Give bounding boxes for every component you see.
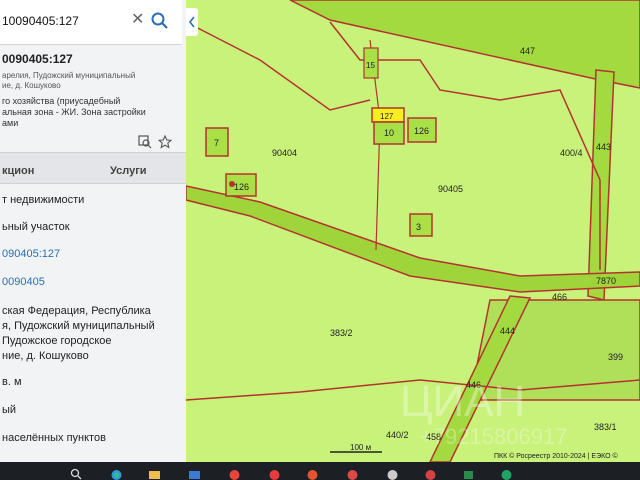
field-address: ская Федерация, Республика я, Пудожский … — [2, 304, 186, 364]
object-address: арелия, Пудожский муниципальный ие, д. К… — [2, 71, 152, 91]
label-126b: 126 — [234, 182, 249, 192]
label-90405: 90405 — [438, 184, 463, 194]
search-input[interactable]: 10090405:127 — [2, 14, 79, 28]
label-447: 447 — [520, 46, 535, 56]
app4-icon[interactable] — [500, 468, 513, 480]
store-icon[interactable] — [188, 468, 201, 480]
tab-services[interactable]: Услуги — [110, 165, 147, 177]
settings-icon[interactable] — [386, 468, 399, 480]
app-icon[interactable] — [346, 468, 359, 480]
recorder-icon[interactable] — [306, 468, 319, 480]
label-440-2: 440/2 — [386, 430, 409, 440]
watermark-phone: +79215806917 — [420, 424, 567, 449]
label-127: 127 — [380, 112, 394, 121]
close-icon[interactable]: ✕ — [131, 9, 144, 29]
field-category: населённых пунктов — [2, 432, 106, 444]
field-status: ый — [2, 404, 17, 416]
field-object-type: т недвижимости — [2, 194, 85, 206]
label-443: 443 — [596, 142, 611, 152]
search-icon[interactable] — [70, 468, 83, 480]
address-line: ская Федерация, Республика — [2, 305, 151, 317]
label-383-1: 383/1 — [594, 422, 617, 432]
use-line: ами — [2, 118, 19, 128]
edge-icon[interactable] — [110, 468, 123, 480]
label-3: 3 — [416, 222, 421, 232]
search-icon[interactable] — [150, 11, 170, 31]
yandex-icon[interactable] — [228, 468, 241, 480]
label-10: 10 — [384, 128, 394, 138]
opera-icon[interactable] — [268, 468, 281, 480]
chevron-left-icon — [188, 16, 195, 28]
copyright: ПКК © Росреестр 2010-2024 | ЕЭКО © — [494, 452, 618, 460]
label-7: 7 — [214, 138, 219, 148]
taskbar — [0, 462, 640, 480]
label-383-2: 383/2 — [330, 328, 353, 338]
info-panel: 10090405:127 ✕ 0090405:127 арелия, Пудож… — [0, 0, 186, 462]
field-cadastral-block[interactable]: 0090405 — [2, 276, 45, 288]
field-object-kind: ьный участок — [2, 221, 70, 233]
field-cadastral-number[interactable]: 090405:127 — [2, 248, 60, 260]
tab-info[interactable]: кцион — [2, 165, 34, 177]
address-line: ие, д. Кошуково — [2, 81, 61, 90]
app3-icon[interactable] — [462, 468, 475, 480]
object-use: го хозяйства (приусадебный альная зона -… — [2, 96, 186, 129]
panel-tabs: кцион Услуги — [0, 152, 186, 184]
address-line: ние, д. Кошуково — [2, 350, 89, 362]
label-466: 466 — [552, 292, 567, 302]
use-line: го хозяйства (приусадебный — [2, 96, 121, 106]
collapse-panel-button[interactable] — [186, 8, 198, 36]
address-line: я, Пудожский муниципальный — [2, 320, 155, 332]
favorite-star-icon[interactable] — [158, 135, 172, 149]
address-line: Пудожское городское — [2, 335, 112, 347]
field-area-unit: в. м — [2, 376, 22, 388]
label-400-4: 400/4 — [560, 148, 583, 158]
label-126a: 126 — [414, 126, 429, 136]
files-icon[interactable] — [148, 468, 161, 480]
use-line: альная зона - ЖИ. Зона застройки — [2, 107, 146, 117]
address-line: арелия, Пудожский муниципальный — [2, 71, 136, 80]
zoom-to-object-icon[interactable] — [138, 135, 152, 149]
scale-label: 100 м — [350, 443, 371, 452]
label-444: 444 — [500, 326, 515, 336]
label-15: 15 — [366, 61, 375, 70]
label-399: 399 — [608, 352, 623, 362]
label-90404: 90404 — [272, 148, 297, 158]
app2-icon[interactable] — [424, 468, 437, 480]
search-box[interactable]: 10090405:127 ✕ — [0, 0, 182, 45]
label-7870: 7870 — [596, 276, 616, 286]
object-title: 0090405:127 — [2, 52, 73, 66]
watermark: ЦИАН — [400, 377, 525, 426]
